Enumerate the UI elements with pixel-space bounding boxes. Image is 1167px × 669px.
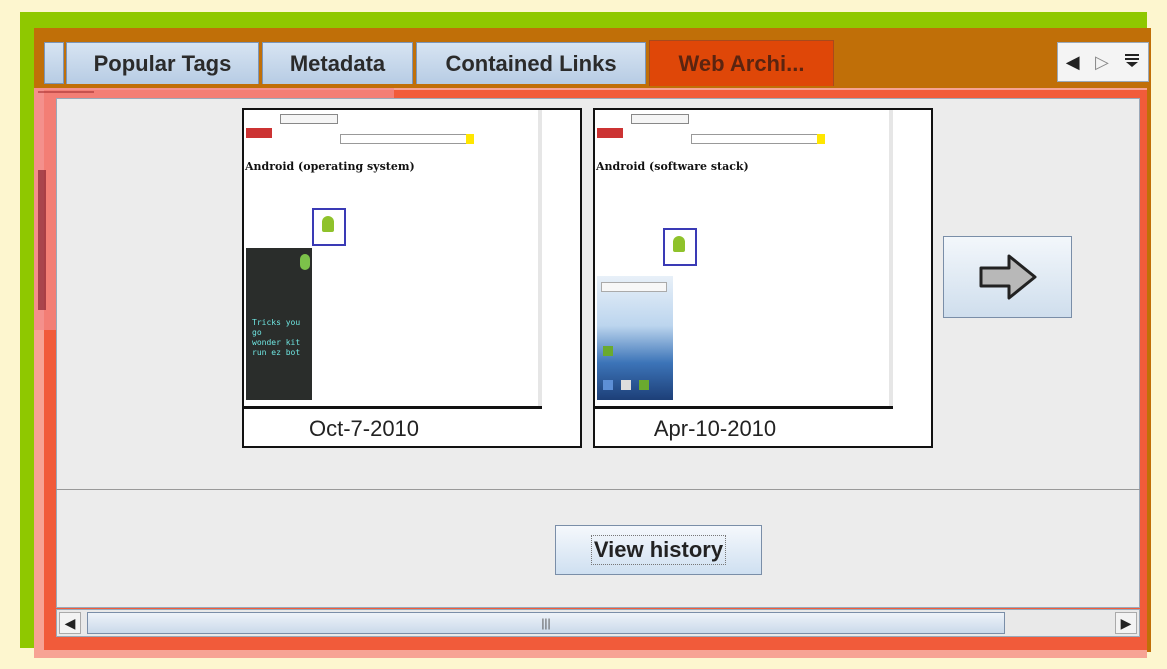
scroll-left-icon[interactable]: ◀	[59, 612, 81, 634]
android-logo-icon	[663, 228, 697, 266]
snapshot-thumbnail[interactable]: Android (operating system) Tricks you go…	[244, 110, 542, 409]
scrollbar-thumb[interactable]: |||	[87, 612, 1005, 634]
view-history-label: View history	[590, 535, 727, 565]
scrollbar-grip: |||	[541, 616, 551, 630]
snapshot-card[interactable]: Android (operating system) Tricks you go…	[242, 108, 582, 448]
triangle-right-icon[interactable]: ▷	[1095, 52, 1109, 73]
mini-logo	[246, 128, 272, 138]
snapshot-date: Apr-10-2010	[653, 416, 777, 441]
android-logo-icon	[312, 208, 346, 246]
mini-page-title: Android (operating system)	[245, 160, 415, 173]
tab-contained-links[interactable]: Contained Links	[416, 42, 646, 84]
panel-divider	[56, 489, 1140, 490]
list-menu-icon[interactable]	[1124, 52, 1140, 73]
mini-phone-image	[597, 276, 673, 400]
tab-label: Web Archi...	[678, 50, 805, 76]
mini-address-bar	[280, 114, 338, 124]
tab-web-archive[interactable]: Web Archi...	[649, 40, 834, 86]
triangle-left-icon[interactable]: ◀	[1066, 52, 1080, 73]
mini-scrollbar	[538, 110, 542, 406]
tab-metadata[interactable]: Metadata	[262, 42, 413, 84]
mini-highlight	[817, 134, 825, 144]
tab-stub[interactable]	[44, 42, 64, 84]
scroll-right-icon[interactable]: ▶	[1115, 612, 1137, 634]
tab-label: Popular Tags	[93, 50, 232, 76]
mini-search-box	[340, 134, 468, 144]
mini-page-title: Android (software stack)	[596, 160, 749, 173]
background-overlay-line	[38, 91, 94, 93]
next-snapshot-button[interactable]	[943, 236, 1072, 318]
mini-address-bar	[631, 114, 689, 124]
tab-popular-tags[interactable]: Popular Tags	[66, 42, 259, 84]
mini-scrollbar	[889, 110, 893, 406]
mini-phone-image: Tricks you go wonder kit run ez bot	[246, 248, 312, 400]
mini-highlight	[466, 134, 474, 144]
right-arrow-icon	[979, 254, 1036, 300]
mini-search-box	[691, 134, 819, 144]
snapshot-date: Oct-7-2010	[308, 416, 420, 441]
mini-logo	[597, 128, 623, 138]
view-history-button[interactable]: View history	[555, 525, 762, 575]
horizontal-scrollbar[interactable]: ◀ ||| ▶	[56, 609, 1140, 637]
tab-label: Metadata	[289, 50, 386, 76]
background-overlay-dark	[38, 170, 46, 310]
tab-label: Contained Links	[445, 50, 617, 76]
tab-navigation: ◀ ▷	[1057, 42, 1149, 82]
snapshot-card[interactable]: Android (software stack) Apr-10-2010	[593, 108, 933, 448]
snapshot-thumbnail[interactable]: Android (software stack)	[595, 110, 893, 409]
